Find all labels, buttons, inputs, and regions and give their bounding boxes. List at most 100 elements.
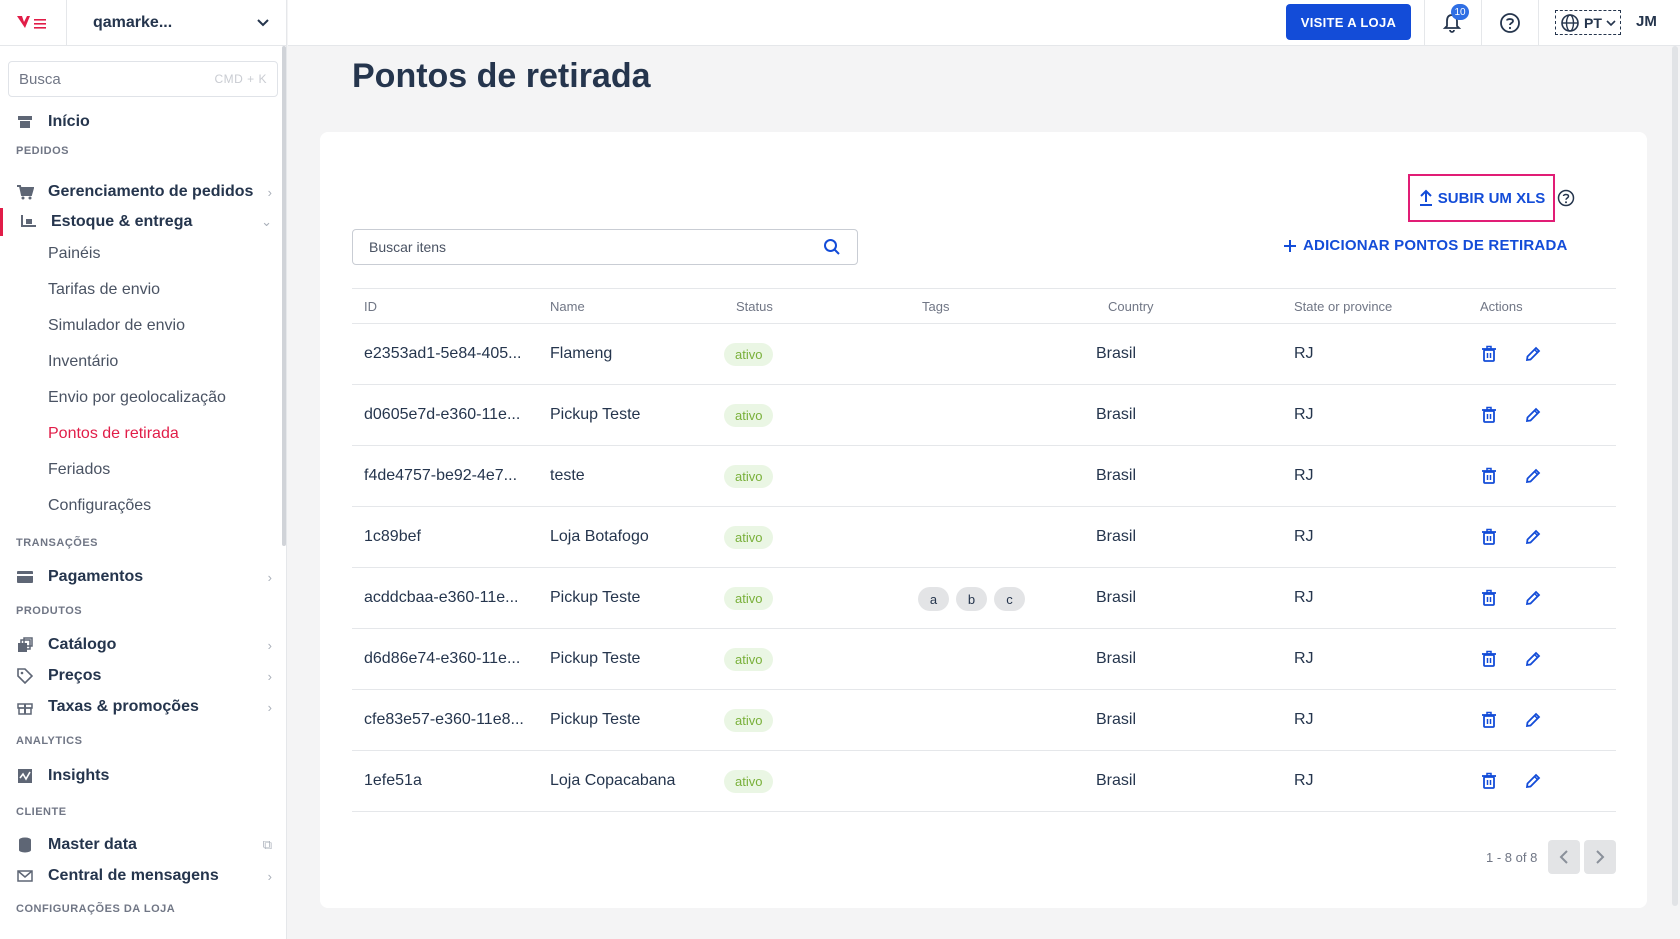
sidebar-item-label: Catálogo — [48, 636, 117, 653]
column-header-actions: Actions — [1480, 299, 1523, 314]
sidebar-subitem-settings[interactable]: Configurações — [48, 497, 151, 515]
cell-country: Brasil — [1096, 345, 1137, 362]
trash-icon[interactable] — [1478, 465, 1500, 487]
search-input[interactable]: Buscar itens — [352, 229, 858, 265]
edit-icon[interactable] — [1522, 465, 1544, 487]
table-row[interactable]: e2353ad1-5e84-405... Flameng ativo Brasi… — [352, 324, 1616, 385]
sidebar-item-messages[interactable]: Central de mensagens › — [0, 862, 286, 890]
sidebar-subitem-panels[interactable]: Painéis — [48, 245, 100, 263]
forklift-icon — [19, 213, 37, 231]
trash-icon[interactable] — [1478, 648, 1500, 670]
divider — [1481, 0, 1482, 46]
sidebar-item-home[interactable]: Início — [0, 108, 286, 136]
search-shortcut: CMD + K — [214, 72, 267, 86]
cell-name: Loja Copacabana — [550, 772, 676, 789]
cell-country: Brasil — [1096, 528, 1137, 545]
sidebar-item-stock[interactable]: Estoque & entrega ⌄ — [0, 208, 286, 236]
cell-name: Pickup Teste — [550, 650, 641, 667]
chevron-right-icon: › — [267, 668, 272, 684]
table-row[interactable]: d6d86e74-e360-11e... Pickup Teste ativo … — [352, 629, 1616, 690]
add-pickup-points-button[interactable]: ADICIONAR PONTOS DE RETIRADA — [1283, 237, 1568, 254]
globe-icon — [1561, 13, 1579, 32]
previous-page-button[interactable] — [1548, 840, 1580, 874]
chevron-right-icon: › — [267, 699, 272, 715]
cell-state: RJ — [1294, 650, 1314, 667]
table-row[interactable]: acddcbaa-e360-11e... Pickup Teste ativo … — [352, 568, 1616, 629]
search-icon[interactable] — [823, 238, 841, 256]
visit-store-button[interactable]: VISITE A LOJA — [1286, 4, 1411, 40]
next-page-button[interactable] — [1584, 840, 1616, 874]
table-row[interactable]: cfe83e57-e360-11e8... Pickup Teste ativo… — [352, 690, 1616, 751]
help-icon[interactable] — [1557, 189, 1575, 212]
upload-xls-button[interactable]: SUBIR UM XLS — [1408, 174, 1555, 222]
sidebar-item-payments[interactable]: Pagamentos › — [0, 563, 286, 591]
language-selector[interactable]: PT — [1555, 10, 1621, 35]
table-row[interactable]: d0605e7d-e360-11e... Pickup Teste ativo … — [352, 385, 1616, 446]
column-header-state[interactable]: State or province — [1294, 299, 1392, 314]
sidebar-subitem-rates[interactable]: Tarifas de envio — [48, 281, 160, 299]
section-cliente: CLIENTE — [16, 806, 67, 818]
edit-icon[interactable] — [1522, 404, 1544, 426]
mail-icon — [16, 867, 34, 885]
status-badge: ativo — [724, 648, 774, 671]
table-row[interactable]: 1c89bef Loja Botafogo ativo Brasil RJ — [352, 507, 1616, 568]
account-name: qamarke... — [93, 13, 173, 31]
table-row[interactable]: 1efe51a Loja Copacabana ativo Brasil RJ — [352, 751, 1616, 812]
account-switcher[interactable]: qamarke... — [67, 14, 286, 32]
edit-icon[interactable] — [1522, 526, 1544, 548]
sidebar-item-prices[interactable]: Preços › — [0, 662, 286, 690]
sidebar: qamarke... Busca CMD + K Início PEDIDOS … — [0, 0, 287, 939]
edit-icon[interactable] — [1522, 709, 1544, 731]
sidebar-scrollbar[interactable] — [282, 46, 286, 546]
pickup-points-table: ID Name Status Tags Country State or pro… — [352, 288, 1616, 812]
trash-icon[interactable] — [1478, 709, 1500, 731]
sidebar-item-orders[interactable]: Gerenciamento de pedidos › — [0, 178, 286, 206]
trash-icon[interactable] — [1478, 404, 1500, 426]
cell-name: Flameng — [550, 345, 613, 362]
column-header-country[interactable]: Country — [1108, 299, 1154, 314]
sidebar-item-insights[interactable]: Insights — [0, 762, 286, 790]
section-pedidos: PEDIDOS — [16, 145, 70, 157]
sidebar-subitem-holidays[interactable]: Feriados — [48, 461, 110, 479]
main-scrollbar[interactable] — [1672, 46, 1678, 906]
credit-card-icon — [16, 568, 34, 586]
sidebar-search[interactable]: Busca CMD + K — [8, 61, 278, 97]
sidebar-item-label: Taxas & promoções — [48, 698, 199, 715]
trash-icon[interactable] — [1478, 526, 1500, 548]
status-badge: ativo — [724, 343, 774, 366]
trash-icon[interactable] — [1478, 587, 1500, 609]
trash-icon[interactable] — [1478, 343, 1500, 365]
status-badge: ativo — [724, 526, 774, 549]
column-header-name[interactable]: Name — [550, 299, 585, 314]
cell-country: Brasil — [1096, 406, 1137, 423]
gift-icon — [16, 698, 34, 716]
sidebar-item-label: Estoque & entrega — [51, 213, 193, 230]
edit-icon[interactable] — [1522, 587, 1544, 609]
sidebar-subitem-inventory[interactable]: Inventário — [48, 353, 118, 371]
catalog-icon — [16, 636, 34, 654]
sidebar-item-label: Insights — [48, 767, 110, 784]
edit-icon[interactable] — [1522, 648, 1544, 670]
chevron-down-icon: ⌄ — [261, 214, 272, 229]
help-icon[interactable] — [1499, 12, 1521, 39]
status-badge: ativo — [724, 770, 774, 793]
page-title: Pontos de retirada — [352, 57, 651, 95]
vtex-logo[interactable] — [0, 0, 67, 46]
cell-state: RJ — [1294, 711, 1314, 728]
avatar[interactable]: JM — [1636, 13, 1657, 30]
sidebar-item-masterdata[interactable]: Master data ⧉ — [0, 831, 286, 859]
trash-icon[interactable] — [1478, 770, 1500, 792]
table-row[interactable]: f4de4757-be92-4e7... teste ativo Brasil … — [352, 446, 1616, 507]
sidebar-subitem-geo[interactable]: Envio por geolocalização — [48, 389, 226, 407]
column-header-id[interactable]: ID — [364, 299, 377, 314]
column-header-status[interactable]: Status — [736, 299, 773, 314]
edit-icon[interactable] — [1522, 770, 1544, 792]
sidebar-subitem-pickup[interactable]: Pontos de retirada — [48, 425, 179, 443]
edit-icon[interactable] — [1522, 343, 1544, 365]
sidebar-item-catalog[interactable]: Catálogo › — [0, 631, 286, 659]
sidebar-subitem-simulator[interactable]: Simulador de envio — [48, 317, 185, 335]
column-header-tags[interactable]: Tags — [922, 299, 949, 314]
sidebar-item-taxes[interactable]: Taxas & promoções › — [0, 693, 286, 721]
divider — [1424, 0, 1425, 46]
section-transacoes: TRANSAÇÕES — [16, 537, 99, 549]
